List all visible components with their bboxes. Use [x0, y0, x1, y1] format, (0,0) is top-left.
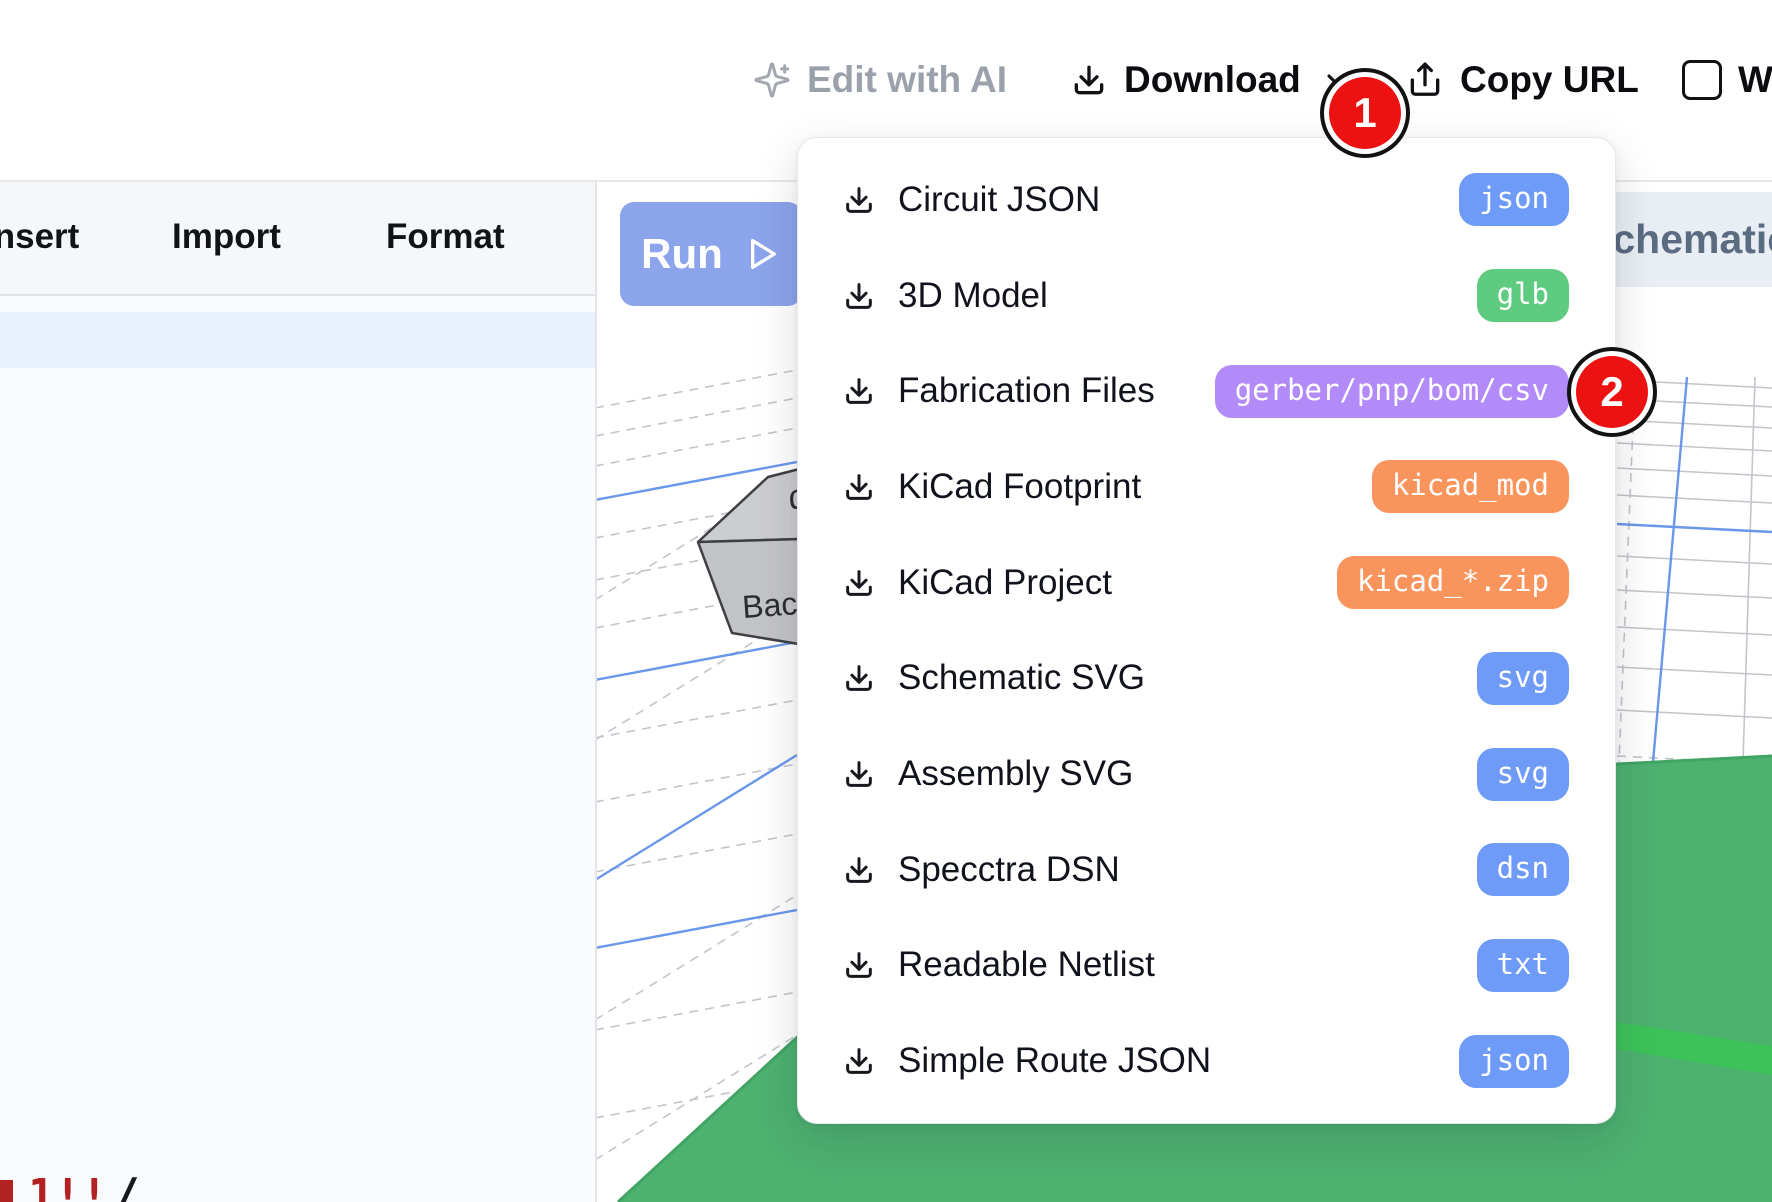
download-icon [842, 661, 876, 695]
share-icon [1406, 61, 1444, 99]
edit-with-ai-button[interactable]: Edit with AI [753, 0, 1007, 160]
menu-item-fabrication-files[interactable]: Fabrication Files gerber/pnp/bom/csv [842, 343, 1569, 439]
menubar-item-insert-label: Insert [0, 217, 79, 257]
menu-item-schematic-svg[interactable]: Schematic SVG svg [842, 631, 1569, 727]
download-icon [1070, 61, 1108, 99]
web-checkbox-label: We [1738, 59, 1772, 101]
format-badge: kicad_*.zip [1337, 556, 1569, 609]
format-badge: svg [1477, 748, 1569, 801]
copy-url-button[interactable]: Copy URL [1406, 0, 1639, 160]
web-checkbox[interactable] [1682, 60, 1722, 100]
menu-item-label: Fabrication Files [898, 371, 1155, 411]
menu-item-readable-netlist[interactable]: Readable Netlist txt [842, 918, 1569, 1014]
code-editor-panel[interactable]: Insert Import Format 1!! / [0, 180, 597, 1202]
editor-highlighted-line [0, 312, 595, 368]
editor-error-glyph-stub [0, 1180, 13, 1202]
sparkles-icon [753, 61, 791, 99]
annotation-circle-2: 2 [1576, 356, 1648, 428]
download-icon [842, 853, 876, 887]
download-icon [842, 948, 876, 982]
download-icon [842, 1044, 876, 1078]
format-badge: svg [1477, 652, 1569, 705]
annotation-1-number: 1 [1353, 89, 1376, 137]
menu-item-label: Assembly SVG [898, 754, 1133, 794]
download-dropdown-menu: Circuit JSON json 3D Model glb Fabricati… [797, 137, 1616, 1124]
menu-item-kicad-project[interactable]: KiCad Project kicad_*.zip [842, 535, 1569, 631]
download-icon [842, 279, 876, 313]
download-icon [842, 470, 876, 504]
download-icon [842, 183, 876, 217]
editor-menubar: Insert Import Format [0, 180, 595, 296]
menu-item-assembly-svg[interactable]: Assembly SVG svg [842, 726, 1569, 822]
run-button-label: Run [641, 230, 723, 278]
menu-item-label: Circuit JSON [898, 180, 1100, 220]
menu-item-label: KiCad Footprint [898, 467, 1141, 507]
menubar-item-import-label: Import [172, 217, 281, 257]
app-window: Edit with AI Download Copy URL We Inse [0, 0, 1772, 1202]
copy-url-label: Copy URL [1460, 59, 1639, 101]
format-badge: kicad_mod [1372, 460, 1569, 513]
menu-item-label: KiCad Project [898, 563, 1112, 603]
annotation-2-number: 2 [1600, 368, 1623, 416]
download-icon [842, 566, 876, 600]
format-badge: dsn [1477, 843, 1569, 896]
format-badge: json [1459, 1035, 1569, 1088]
menu-item-specctra-dsn[interactable]: Specctra DSN dsn [842, 822, 1569, 918]
format-badge: glb [1477, 269, 1569, 322]
menubar-item-import[interactable]: Import [172, 180, 281, 294]
editor-error-fragment: 1!! / [0, 1174, 595, 1202]
menubar-item-insert[interactable]: Insert [0, 180, 79, 294]
play-icon [741, 234, 781, 274]
annotation-circle-1: 1 [1329, 77, 1401, 149]
download-icon [842, 374, 876, 408]
menubar-item-format[interactable]: Format [386, 180, 505, 294]
menu-item-simple-route-json[interactable]: Simple Route JSON json [842, 1013, 1569, 1109]
format-badge: txt [1477, 939, 1569, 992]
download-icon [842, 757, 876, 791]
editor-error-slash: / [112, 1174, 140, 1202]
menu-item-kicad-footprint[interactable]: KiCad Footprint kicad_mod [842, 439, 1569, 535]
menu-item-label: Readable Netlist [898, 945, 1155, 985]
edit-with-ai-label: Edit with AI [807, 59, 1007, 101]
menu-item-3d-model[interactable]: 3D Model glb [842, 248, 1569, 344]
menu-item-label: 3D Model [898, 276, 1048, 316]
web-checkbox-group: We [1682, 0, 1772, 160]
run-button[interactable]: Run [620, 202, 802, 306]
download-label: Download [1124, 59, 1301, 101]
editor-error-text: 1!! [28, 1174, 107, 1202]
menubar-item-format-label: Format [386, 217, 505, 257]
menu-item-label: Simple Route JSON [898, 1041, 1211, 1081]
menu-item-label: Schematic SVG [898, 658, 1145, 698]
format-badge: json [1459, 173, 1569, 226]
3d-box-front-label: Bac [741, 585, 799, 625]
download-button[interactable]: Download [1070, 0, 1353, 160]
menu-item-label: Specctra DSN [898, 850, 1120, 890]
format-badge: gerber/pnp/bom/csv [1215, 365, 1569, 418]
menu-item-circuit-json[interactable]: Circuit JSON json [842, 152, 1569, 248]
